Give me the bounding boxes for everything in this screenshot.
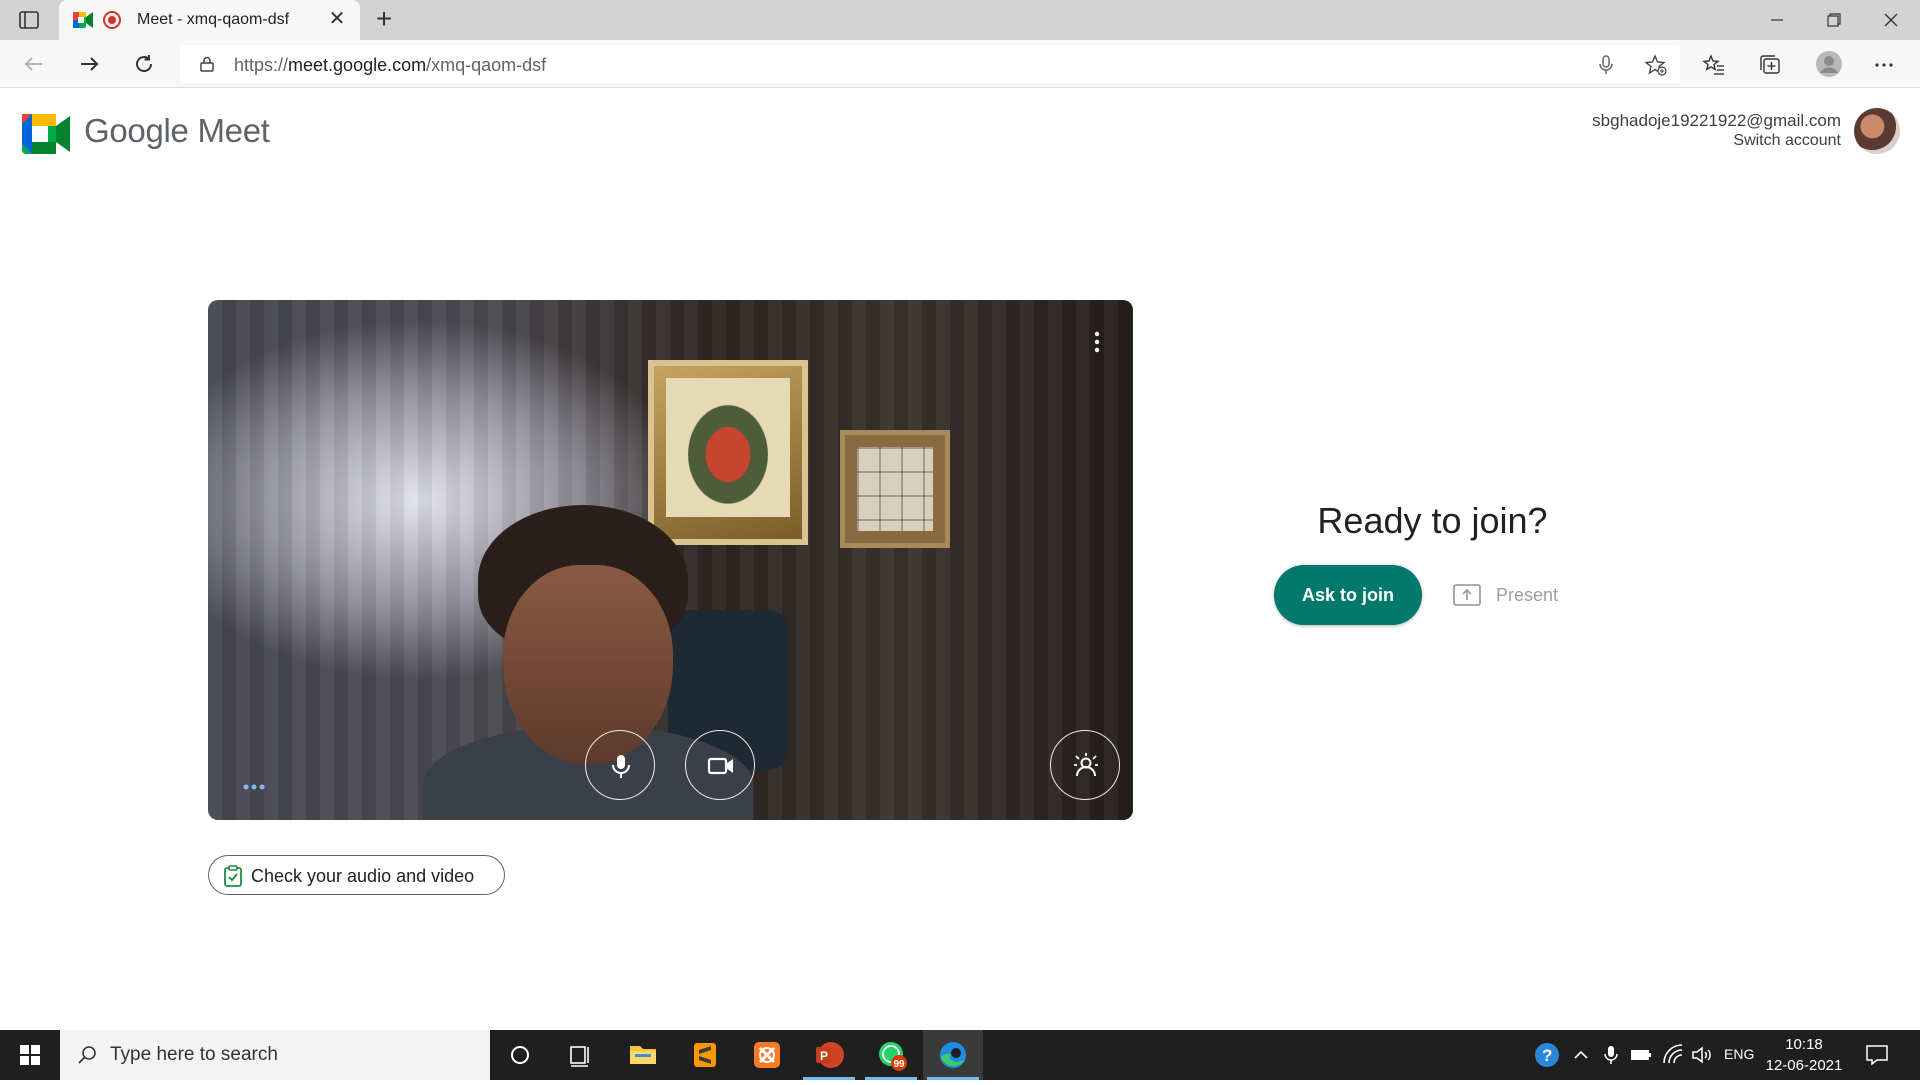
- taskbar: Type here to search P 99 ? ENG 10:18 12-…: [0, 1030, 1920, 1080]
- taskbar-search[interactable]: Type here to search: [60, 1030, 490, 1080]
- forward-icon[interactable]: [75, 50, 103, 78]
- sublime-icon[interactable]: [675, 1030, 735, 1080]
- google-meet-logo[interactable]: [22, 114, 70, 154]
- visual-effects-icon: [1074, 753, 1098, 777]
- browser-toolbar: https://meet.google.com/xmq-qaom-dsf: [0, 40, 1920, 88]
- minimize-icon[interactable]: [1754, 4, 1800, 36]
- ready-to-join-heading: Ready to join?: [1317, 500, 1548, 541]
- profile-icon[interactable]: [1815, 50, 1843, 78]
- browser-tab-active[interactable]: Meet - xmq-qaom-dsf ✕: [59, 0, 360, 40]
- windows-icon[interactable]: [0, 1030, 60, 1080]
- xampp-icon[interactable]: [737, 1030, 797, 1080]
- connection-dots-icon: [242, 778, 266, 790]
- whatsapp-icon[interactable]: 99: [861, 1030, 921, 1080]
- avatar[interactable]: [1854, 108, 1900, 154]
- browser-tabstrip: Meet - xmq-qaom-dsf ✕ +: [0, 0, 1920, 40]
- check-audio-video-button[interactable]: Check your audio and video: [208, 855, 505, 895]
- microphone-icon: [612, 755, 630, 778]
- present-icon: [1453, 583, 1481, 607]
- present-label: Present: [1496, 585, 1559, 605]
- whatsapp-badge: 99: [894, 1059, 906, 1070]
- search-placeholder: Type here to search: [110, 1044, 278, 1065]
- svg-text:P: P: [820, 1049, 828, 1063]
- refresh-icon[interactable]: [130, 50, 158, 78]
- microphone-tray-icon[interactable]: [1603, 1043, 1619, 1067]
- back-icon[interactable]: [20, 50, 48, 78]
- address-bar[interactable]: https://meet.google.com/xmq-qaom-dsf: [180, 45, 1680, 83]
- camera-icon: [707, 757, 733, 775]
- file-explorer-icon[interactable]: [613, 1030, 673, 1080]
- account-email: sbghadoje19221922@gmail.com: [1592, 111, 1841, 130]
- restore-icon[interactable]: [1811, 4, 1857, 36]
- camera-preview: [208, 300, 1133, 820]
- microphone-icon[interactable]: [1595, 54, 1617, 76]
- svg-text:?: ?: [1542, 1046, 1552, 1065]
- language-indicator[interactable]: ENG: [1724, 1046, 1754, 1070]
- meet-favicon-icon: [73, 11, 93, 29]
- switch-account-link[interactable]: Switch account: [1733, 132, 1841, 150]
- powerpoint-icon[interactable]: P: [799, 1030, 859, 1080]
- more-options-icon[interactable]: [1086, 330, 1108, 354]
- plus-icon[interactable]: +: [370, 5, 398, 34]
- microphone-toggle-button[interactable]: [585, 730, 655, 800]
- check-audio-video-label: Check your audio and video: [251, 866, 475, 886]
- cortana-icon[interactable]: [490, 1030, 550, 1080]
- tab-title: Meet - xmq-qaom-dsf: [137, 11, 290, 28]
- meet-brand[interactable]: Google Meet: [84, 112, 270, 150]
- collections-icon[interactable]: [1758, 53, 1782, 77]
- favorites-icon[interactable]: [1702, 53, 1726, 77]
- task-view-icon[interactable]: [550, 1030, 610, 1080]
- preview-frame-grid: [840, 430, 950, 548]
- clock[interactable]: 10:18 12-06-2021: [1762, 1034, 1846, 1076]
- recording-icon: [103, 11, 121, 29]
- volume-icon[interactable]: [1690, 1043, 1714, 1067]
- chevron-up-icon[interactable]: [1572, 1043, 1590, 1067]
- camera-toggle-button[interactable]: [685, 730, 755, 800]
- wifi-icon[interactable]: [1662, 1043, 1684, 1067]
- ask-to-join-button[interactable]: Ask to join: [1274, 565, 1422, 625]
- add-favorite-icon[interactable]: [1644, 54, 1667, 76]
- help-icon[interactable]: ?: [1533, 1041, 1561, 1069]
- tab-actions-icon[interactable]: [18, 9, 40, 31]
- visual-effects-button[interactable]: [1050, 730, 1120, 800]
- notifications-icon[interactable]: [1864, 1042, 1890, 1068]
- url-text[interactable]: https://meet.google.com/xmq-qaom-dsf: [234, 55, 546, 76]
- checklist-icon: [223, 865, 243, 887]
- search-icon: [76, 1044, 98, 1066]
- close-window-icon[interactable]: [1868, 4, 1914, 36]
- more-icon[interactable]: [1872, 53, 1896, 77]
- lock-icon[interactable]: [200, 56, 214, 72]
- close-icon[interactable]: ✕: [326, 8, 348, 30]
- clock-date: 12-06-2021: [1765, 1057, 1843, 1074]
- battery-icon[interactable]: [1630, 1043, 1652, 1067]
- present-button[interactable]: Present: [1450, 578, 1570, 612]
- clock-time: 10:18: [1785, 1036, 1823, 1053]
- edge-icon[interactable]: [923, 1030, 983, 1080]
